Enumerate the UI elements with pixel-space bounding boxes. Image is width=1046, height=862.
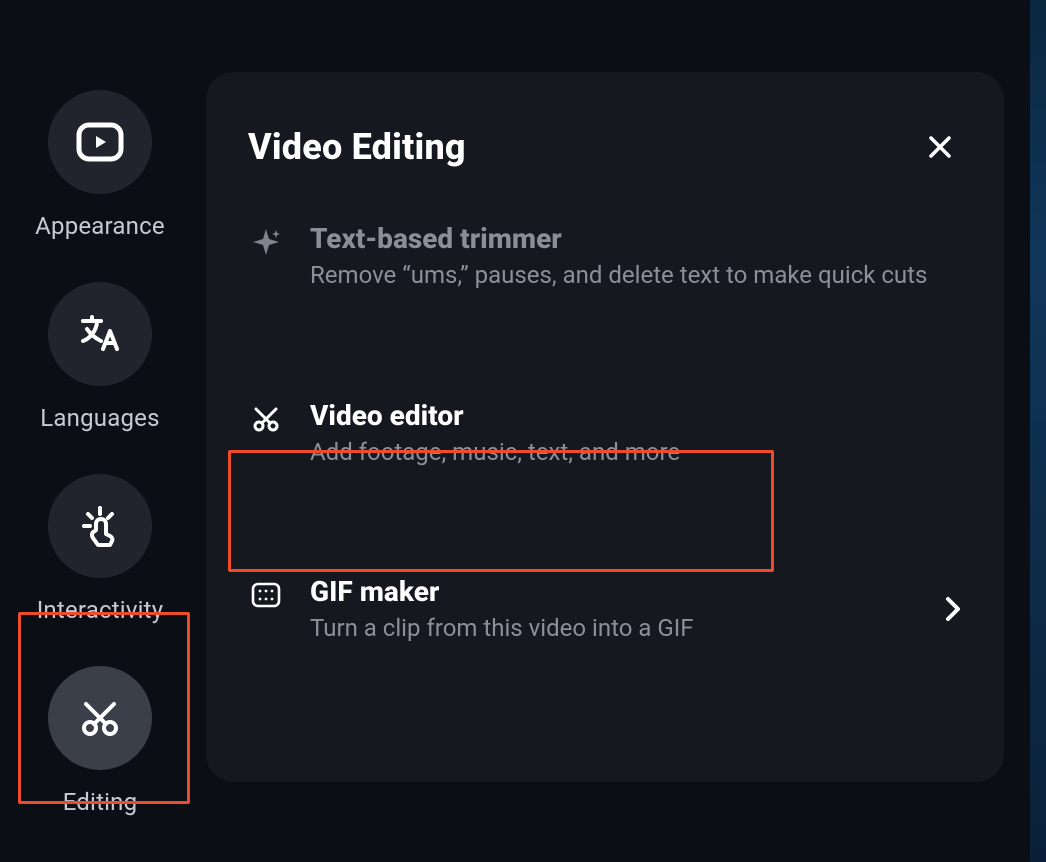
option-title: Text-based trimmer — [310, 222, 927, 255]
option-desc: Turn a clip from this video into a GIF — [310, 612, 693, 644]
sidebar-item-label: Appearance — [35, 212, 165, 240]
app-root: Appearance Languages — [0, 0, 1028, 862]
panel-header: Video Editing — [206, 72, 1004, 198]
sidebar-item-languages[interactable]: Languages — [15, 282, 185, 432]
sidebar-item-label: Interactivity — [37, 596, 164, 624]
editing-icon — [48, 666, 152, 770]
sidebar-item-label: Languages — [40, 404, 159, 432]
sidebar-item-appearance[interactable]: Appearance — [15, 90, 185, 240]
option-text: Video editor Add footage, music, text, a… — [310, 399, 680, 468]
video-editing-panel: Video Editing Text-based trimmer Remove … — [206, 72, 1004, 782]
interactivity-icon — [48, 474, 152, 578]
option-text-based-trimmer[interactable]: Text-based trimmer Remove “ums,” pauses,… — [206, 198, 1004, 315]
option-text: GIF maker Turn a clip from this video in… — [310, 575, 693, 644]
scissors-icon — [248, 401, 284, 437]
background-edge — [1030, 0, 1046, 862]
appearance-icon — [48, 90, 152, 194]
spacer — [206, 493, 1004, 551]
settings-sidebar: Appearance Languages — [0, 0, 200, 862]
panel-title: Video Editing — [248, 126, 466, 168]
option-desc: Remove “ums,” pauses, and delete text to… — [310, 259, 927, 291]
languages-icon — [48, 282, 152, 386]
gif-icon — [248, 577, 284, 613]
close-button[interactable] — [920, 127, 960, 167]
close-icon — [927, 134, 953, 160]
option-desc: Add footage, music, text, and more — [310, 436, 680, 468]
spacer — [206, 315, 1004, 375]
sidebar-item-editing[interactable]: Editing — [15, 666, 185, 816]
sidebar-item-label: Editing — [63, 788, 138, 816]
option-title: Video editor — [310, 399, 680, 432]
option-gif-maker[interactable]: GIF maker Turn a clip from this video in… — [206, 551, 1004, 668]
option-text: Text-based trimmer Remove “ums,” pauses,… — [310, 222, 927, 291]
option-video-editor[interactable]: Video editor Add footage, music, text, a… — [206, 375, 1004, 492]
chevron-right-icon — [942, 595, 962, 623]
sidebar-item-interactivity[interactable]: Interactivity — [15, 474, 185, 624]
sparkle-icon — [248, 224, 284, 260]
option-title: GIF maker — [310, 575, 693, 608]
options-list: Text-based trimmer Remove “ums,” pauses,… — [206, 198, 1004, 668]
